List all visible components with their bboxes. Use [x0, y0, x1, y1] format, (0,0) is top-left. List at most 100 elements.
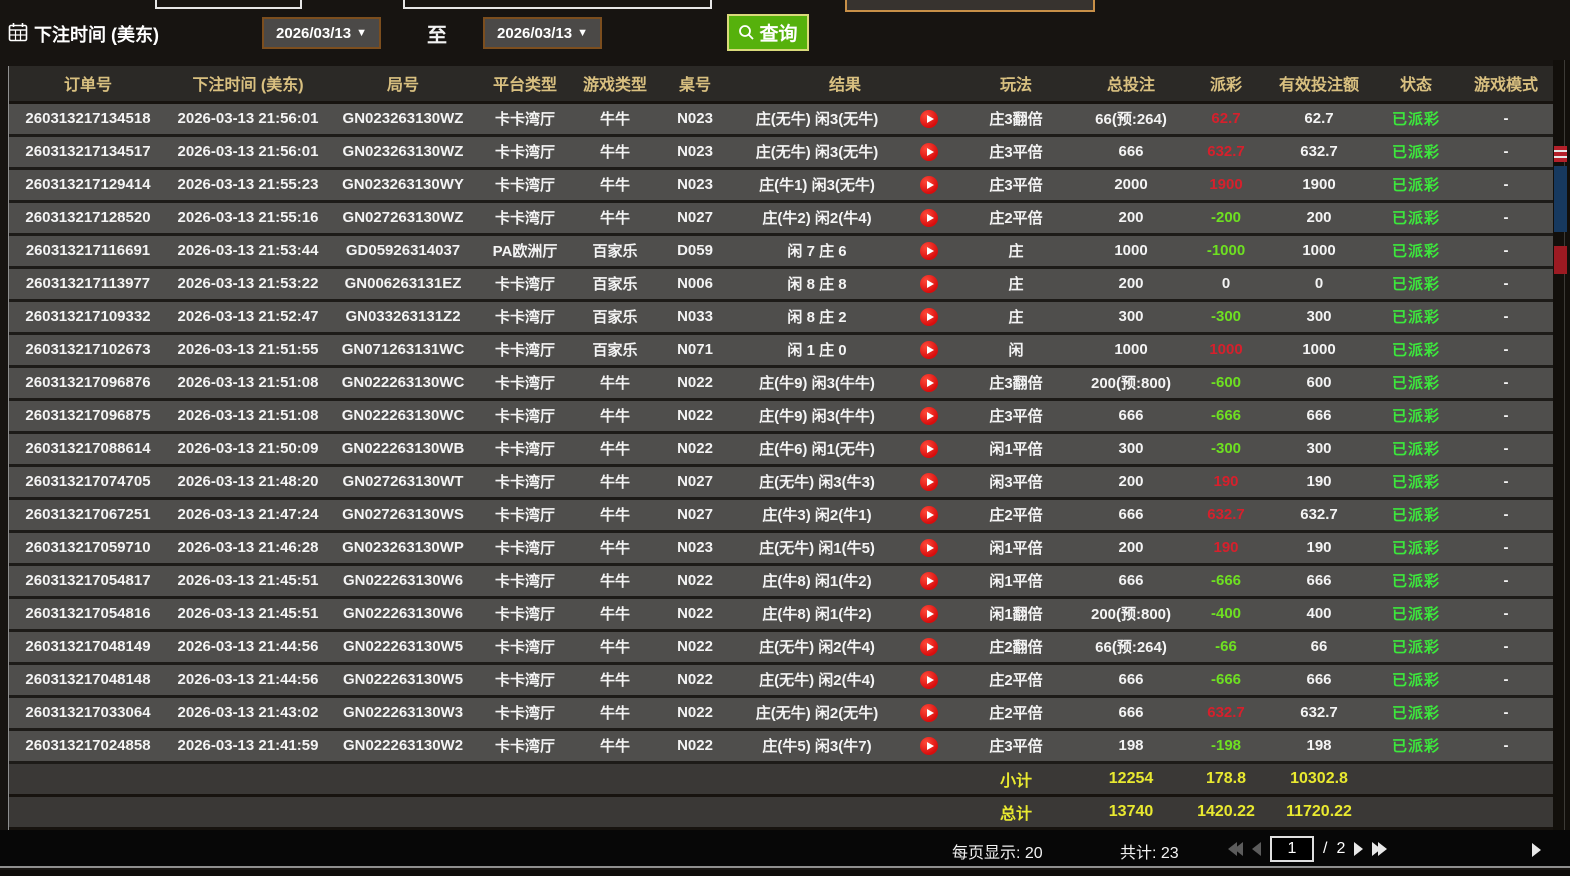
table-row: 260313217134517 2026-03-13 21:56:01 GN02… — [9, 135, 1553, 168]
cell-result: 闲 7 庄 6 — [733, 234, 901, 267]
date-to-select[interactable]: 2026/03/13▼ — [483, 17, 602, 49]
table-row: 260313217113977 2026-03-13 21:53:22 GN00… — [9, 267, 1553, 300]
cell-bet-time: 2026-03-13 21:50:09 — [167, 432, 329, 465]
replay-video-icon[interactable] — [920, 473, 938, 491]
chevron-down-icon: ▼ — [577, 27, 588, 39]
replay-video-icon[interactable] — [920, 242, 938, 260]
replay-video-icon[interactable] — [920, 176, 938, 194]
replay-video-icon[interactable] — [920, 671, 938, 689]
cell-total-bet: 200 — [1075, 201, 1187, 234]
cell-play-type: 庄 — [957, 300, 1075, 333]
first-page-button[interactable] — [1228, 842, 1243, 856]
cell-round-id: GN023263130WP — [329, 531, 477, 564]
table-row: 260313217067251 2026-03-13 21:47:24 GN02… — [9, 498, 1553, 531]
replay-video-icon[interactable] — [920, 374, 938, 392]
pagination-footer: 每页显示: 20 共计: 23 1 / 2 — [0, 830, 1570, 868]
cell-platform: 卡卡湾厅 — [477, 399, 573, 432]
replay-video-icon[interactable] — [920, 572, 938, 590]
replay-video-icon[interactable] — [920, 440, 938, 458]
query-button[interactable]: 查询 — [727, 14, 809, 51]
cell-payout: -600 — [1187, 366, 1265, 399]
cell-game-mode: - — [1459, 630, 1553, 663]
replay-video-icon[interactable] — [920, 506, 938, 524]
cell-valid-bet: 632.7 — [1265, 135, 1373, 168]
cell-play-type: 闲1平倍 — [957, 432, 1075, 465]
cell-table-no: N071 — [657, 333, 733, 366]
cell-game-type: 百家乐 — [573, 234, 657, 267]
cell-table-no: N023 — [657, 135, 733, 168]
replay-video-icon[interactable] — [920, 308, 938, 326]
cell-status: 已派彩 — [1373, 399, 1459, 432]
cell-total-bet: 200(预:800) — [1075, 597, 1187, 630]
scroll-right-icon[interactable] — [1532, 843, 1541, 857]
next-page-button[interactable] — [1354, 842, 1363, 856]
cell-game-mode: - — [1459, 729, 1553, 762]
cell-table-no: N027 — [657, 465, 733, 498]
cell-game-mode: - — [1459, 399, 1553, 432]
replay-video-icon[interactable] — [920, 704, 938, 722]
replay-video-icon[interactable] — [920, 605, 938, 623]
cell-total-bet: 666 — [1075, 498, 1187, 531]
cell-valid-bet: 666 — [1265, 663, 1373, 696]
cell-platform: 卡卡湾厅 — [477, 663, 573, 696]
prev-page-button[interactable] — [1252, 842, 1261, 856]
query-button-label: 查询 — [759, 19, 797, 46]
cell-game-type: 牛牛 — [573, 630, 657, 663]
subtotal-row: 小计 12254 178.8 10302.8 — [9, 762, 1553, 795]
cell-round-id: GN023263130WY — [329, 168, 477, 201]
background-fragment — [1554, 146, 1567, 162]
cell-game-type: 牛牛 — [573, 102, 657, 135]
cell-payout: 190 — [1187, 465, 1265, 498]
date-from-select[interactable]: 2026/03/13▼ — [262, 17, 381, 49]
cell-result: 庄(无牛) 闲1(牛5) — [733, 531, 901, 564]
cell-status: 已派彩 — [1373, 267, 1459, 300]
replay-video-icon[interactable] — [920, 407, 938, 425]
cell-result: 庄(牛8) 闲1(牛2) — [733, 564, 901, 597]
date-range-to-label: 至 — [427, 19, 447, 48]
cell-table-no: N022 — [657, 399, 733, 432]
replay-video-icon[interactable] — [920, 209, 938, 227]
cell-bet-time: 2026-03-13 21:56:01 — [167, 135, 329, 168]
cell-payout: 0 — [1187, 267, 1265, 300]
subtotal-total-bet: 12254 — [1075, 762, 1187, 795]
cell-round-id: GN006263131EZ — [329, 267, 477, 300]
cell-valid-bet: 632.7 — [1265, 498, 1373, 531]
cell-status: 已派彩 — [1373, 135, 1459, 168]
col-header-table-no: 桌号 — [657, 66, 733, 102]
page-number-input[interactable]: 1 — [1270, 836, 1314, 862]
replay-video-icon[interactable] — [920, 539, 938, 557]
cell-platform: 卡卡湾厅 — [477, 597, 573, 630]
cell-game-mode: - — [1459, 267, 1553, 300]
cell-valid-bet: 62.7 — [1265, 102, 1373, 135]
col-header-platform: 平台类型 — [477, 66, 573, 102]
cell-total-bet: 666 — [1075, 399, 1187, 432]
right-scroll-strip[interactable] — [1553, 60, 1570, 830]
cell-table-no: N027 — [657, 201, 733, 234]
table-row: 260313217128520 2026-03-13 21:55:16 GN02… — [9, 201, 1553, 234]
cell-order-id: 260313217109332 — [9, 300, 167, 333]
replay-video-icon[interactable] — [920, 341, 938, 359]
pager: 1 / 2 — [1228, 835, 1387, 863]
cell-order-id: 260313217134517 — [9, 135, 167, 168]
replay-video-icon[interactable] — [920, 638, 938, 656]
cell-bet-time: 2026-03-13 21:55:16 — [167, 201, 329, 234]
replay-video-icon[interactable] — [920, 737, 938, 755]
cell-valid-bet: 666 — [1265, 564, 1373, 597]
cell-order-id: 260313217134518 — [9, 102, 167, 135]
cell-order-id: 260313217128520 — [9, 201, 167, 234]
last-page-button[interactable] — [1372, 842, 1387, 856]
cell-round-id: GN022263130WC — [329, 366, 477, 399]
cell-order-id: 260313217129414 — [9, 168, 167, 201]
cell-platform: 卡卡湾厅 — [477, 333, 573, 366]
replay-video-icon[interactable] — [920, 110, 938, 128]
cell-total-bet: 200 — [1075, 531, 1187, 564]
cell-status: 已派彩 — [1373, 663, 1459, 696]
cell-play-type: 庄2平倍 — [957, 498, 1075, 531]
replay-video-icon[interactable] — [920, 275, 938, 293]
cell-result: 庄(无牛) 闲2(牛4) — [733, 630, 901, 663]
cell-status: 已派彩 — [1373, 366, 1459, 399]
cell-order-id: 260313217054816 — [9, 597, 167, 630]
cell-order-id: 260313217067251 — [9, 498, 167, 531]
cell-result: 庄(无牛) 闲3(无牛) — [733, 102, 901, 135]
replay-video-icon[interactable] — [920, 143, 938, 161]
